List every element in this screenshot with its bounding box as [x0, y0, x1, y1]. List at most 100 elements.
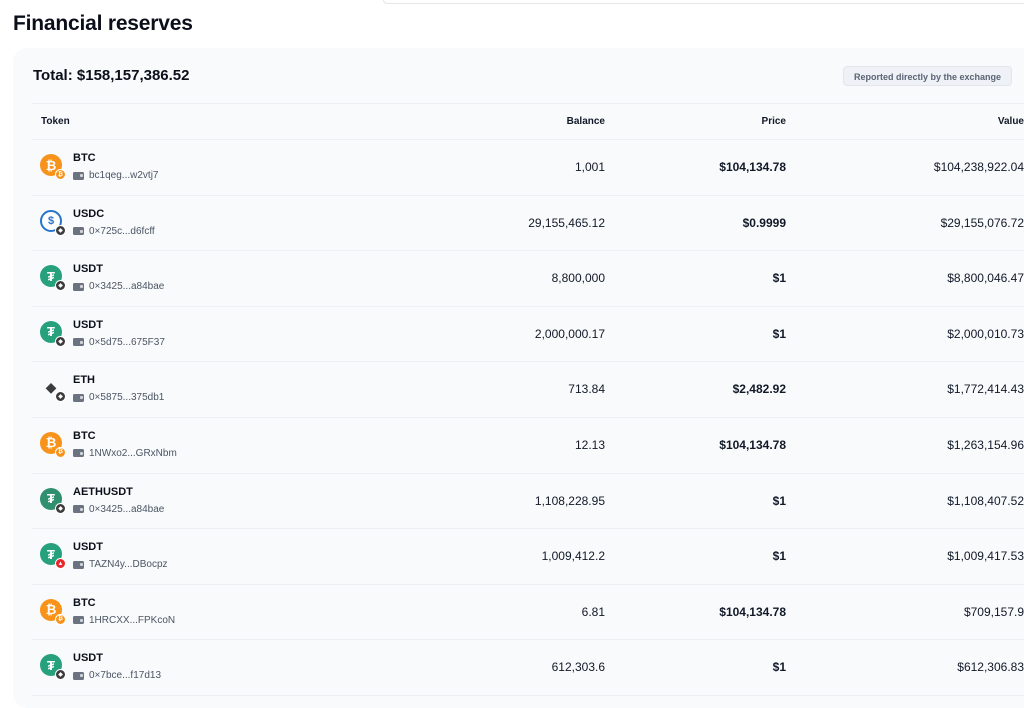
- wallet-address-text: 1NWxo2...GRxNbm: [89, 447, 177, 459]
- value-cell: $2,000,010.73: [947, 326, 1024, 341]
- reserves-table: Token Balance Price Value ₿ ₿ BTC bc1qeg...…: [32, 103, 1024, 696]
- balance-cell: 612,303.6: [551, 660, 605, 675]
- value-cell: $29,155,076.72: [940, 215, 1024, 230]
- wallet-address[interactable]: TAZN4y...DBocpz: [73, 559, 168, 570]
- token-symbol: USDT: [73, 652, 103, 665]
- wallet-address[interactable]: 1NWxo2...GRxNbm: [73, 448, 177, 459]
- wallet-address[interactable]: 0×3425...a84bae: [73, 281, 164, 292]
- token-symbol: USDT: [73, 541, 103, 554]
- price-cell: $2,482.92: [732, 382, 786, 397]
- top-strip: [383, 0, 1024, 4]
- token-symbol: ETH: [73, 374, 95, 387]
- value-cell: $8,800,046.47: [947, 271, 1024, 286]
- value-cell: $612,306.83: [957, 660, 1024, 675]
- price-cell: $104,134.78: [719, 604, 786, 619]
- wallet-address[interactable]: 0×7bce...f17d13: [73, 670, 161, 681]
- table-body: ₿ ₿ BTC bc1qeg...w2vtj7 1,001 $104,134.78 $104…: [32, 140, 1024, 696]
- eth-chain-icon: ◆: [55, 280, 66, 292]
- token-symbol: USDC: [73, 207, 105, 220]
- balance-cell: 6.81: [581, 604, 605, 619]
- table-row[interactable]: $ ◆ USDC 0×725c...d6fcff 29,155,465.12 $0.999…: [32, 196, 1024, 252]
- eth-chain-icon: ◆: [55, 224, 66, 236]
- wallet-address-text: 0×3425...a84bae: [89, 281, 165, 293]
- table-row[interactable]: ₿ ₿ BTC 1HRCXX...FPKcoN 6.81 $104,134.78 $709,…: [32, 585, 1024, 641]
- eth-chain-icon: ◆: [55, 391, 66, 403]
- table-header: Token Balance Price Value: [32, 103, 1024, 140]
- wallet-icon: [73, 616, 84, 625]
- wallet-address-text: 0×5875...375db1: [89, 392, 165, 404]
- card-header: Total: $158,157,386.52 Reported directly…: [33, 66, 1013, 89]
- wallet-icon: [73, 449, 84, 458]
- token-icon-group: ₮ ◆: [40, 654, 66, 681]
- wallet-address-text: 0×7bce...f17d13: [89, 670, 162, 682]
- token-symbol: AETHUSDT: [73, 485, 133, 498]
- value-cell: $1,772,414.43: [947, 382, 1024, 397]
- token-symbol: BTC: [73, 429, 96, 442]
- balance-cell: 1,108,228.95: [534, 493, 605, 508]
- balance-cell: 29,155,465.12: [528, 215, 605, 230]
- wallet-icon: [73, 227, 84, 236]
- table-row[interactable]: ₮ ◆ AETHUSDT 0×3425...a84bae 1,108,228.95 $1 $…: [32, 474, 1024, 530]
- wallet-icon: [73, 393, 84, 402]
- price-cell: $1: [772, 271, 786, 286]
- wallet-icon: [73, 338, 84, 347]
- token-icon-group: ₿ ₿: [40, 154, 66, 180]
- table-row[interactable]: ₮ ◆ USDT 0×7bce...f17d13 612,303.6 $1 $612,306…: [32, 640, 1024, 696]
- wallet-icon: [73, 282, 84, 291]
- balance-cell: 2,000,000.17: [534, 326, 605, 341]
- price-cell: $1: [772, 493, 786, 508]
- column-header-value[interactable]: Value: [998, 116, 1024, 127]
- balance-cell: 1,009,412.2: [541, 549, 605, 564]
- token-symbol: BTC: [73, 152, 96, 164]
- token-icon-group: ₮ ▲: [40, 543, 66, 570]
- balance-cell: 12.13: [574, 437, 605, 452]
- token-icon-group: ₮ ◆: [40, 265, 66, 292]
- btc-chain-icon: ₿: [55, 169, 66, 180]
- token-icon-group: ₿ ₿: [40, 598, 66, 625]
- wallet-address-text: 1HRCXX...FPKcoN: [89, 614, 176, 626]
- btc-chain-icon: ₿: [55, 613, 66, 625]
- wallet-address[interactable]: 0×725c...d6fcff: [73, 226, 155, 237]
- token-icon-group: ₮ ◆: [40, 320, 66, 347]
- price-cell: $104,134.78: [719, 437, 786, 452]
- value-cell: $1,263,154.96: [947, 437, 1024, 452]
- column-header-token[interactable]: Token: [41, 116, 70, 127]
- value-cell: $1,009,417.53: [947, 549, 1024, 564]
- wallet-address[interactable]: 1HRCXX...FPKcoN: [73, 615, 175, 626]
- table-row[interactable]: ₮ ◆ USDT 0×5d75...675F37 2,000,000.17 $1 $2,00…: [32, 307, 1024, 363]
- reported-badge: Reported directly by the exchange: [843, 66, 1013, 86]
- column-header-balance[interactable]: Balance: [567, 116, 605, 127]
- wallet-address[interactable]: 0×5d75...675F37: [73, 337, 165, 348]
- value-cell: $709,157.9: [963, 604, 1024, 619]
- wallet-icon: [73, 171, 84, 180]
- table-row[interactable]: ₿ ₿ BTC bc1qeg...w2vtj7 1,001 $104,134.78 $104…: [32, 140, 1024, 196]
- balance-cell: 8,800,000: [551, 271, 605, 286]
- token-icon-group: $ ◆: [40, 209, 66, 236]
- table-row[interactable]: ₿ ₿ BTC 1NWxo2...GRxNbm 12.13 $104,134.78 $1,2…: [32, 418, 1024, 474]
- table-row[interactable]: ₮ ▲ USDT TAZN4y...DBocpz 1,009,412.2 $1 $1,009…: [32, 529, 1024, 585]
- token-icon-group: ◆ ◆: [40, 376, 66, 403]
- wallet-address-text: 0×3425...a84bae: [89, 503, 165, 515]
- wallet-address[interactable]: bc1qeg...w2vtj7: [73, 170, 159, 181]
- wallet-address[interactable]: 0×3425...a84bae: [73, 504, 164, 515]
- price-cell: $104,134.78: [719, 160, 786, 174]
- wallet-address[interactable]: 0×5875...375db1: [73, 392, 164, 403]
- wallet-address-text: bc1qeg...w2vtj7: [89, 170, 159, 181]
- total-value: Total: $158,157,386.52: [33, 67, 190, 84]
- eth-chain-icon: ◆: [55, 502, 66, 514]
- price-cell: $1: [772, 660, 786, 675]
- eth-chain-icon: ◆: [55, 669, 66, 681]
- price-cell: $1: [772, 549, 786, 564]
- token-symbol: BTC: [73, 596, 96, 609]
- wallet-icon: [73, 505, 84, 514]
- btc-chain-icon: ₿: [55, 446, 66, 458]
- balance-cell: 713.84: [568, 382, 605, 397]
- column-header-price[interactable]: Price: [762, 116, 786, 127]
- table-row[interactable]: ◆ ◆ ETH 0×5875...375db1 713.84 $2,482.92 $1,77…: [32, 362, 1024, 418]
- eth-chain-icon: ◆: [55, 335, 66, 347]
- page-title: Financial reserves: [13, 12, 193, 35]
- wallet-icon: [73, 560, 84, 569]
- value-cell: $1,108,407.52: [947, 493, 1024, 508]
- table-row[interactable]: ₮ ◆ USDT 0×3425...a84bae 8,800,000 $1 $8,800,0…: [32, 251, 1024, 307]
- wallet-icon: [73, 671, 84, 680]
